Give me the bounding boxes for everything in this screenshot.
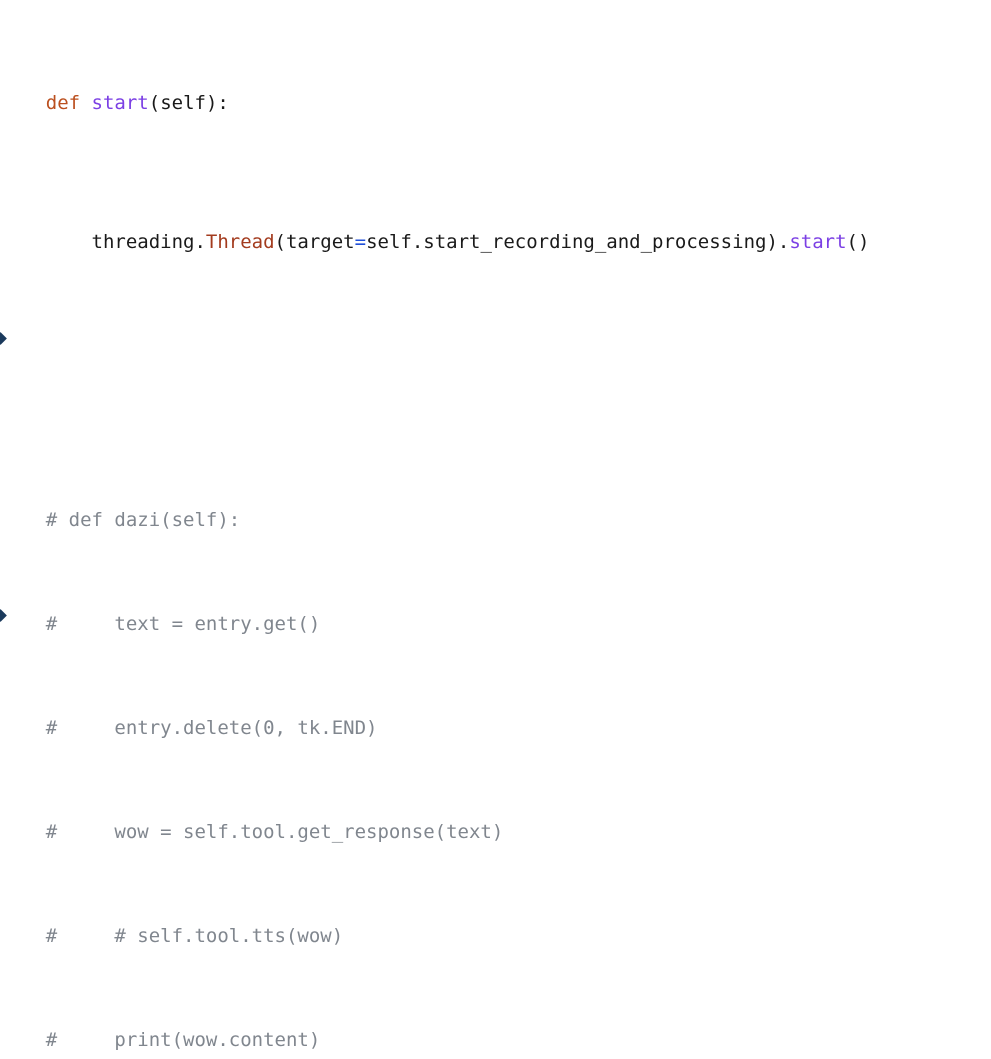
token-keyword-def: def xyxy=(45,92,81,115)
code-line-comment-entry-delete[interactable]: # entry.delete(0, tk.END) xyxy=(0,711,991,746)
code-line-comment-wow[interactable]: # wow = self.tool.get_response(text) xyxy=(0,815,991,850)
code-line-threading-thread[interactable]: threading.Thread(target=self.start_recor… xyxy=(0,225,991,260)
code-line-blank-1 xyxy=(0,364,991,399)
code-line-def-start[interactable]: def start(self): xyxy=(0,86,991,121)
token-class-thread: Thread xyxy=(205,230,275,253)
code-editor[interactable]: def start(self): threading.Thread(target… xyxy=(0,0,991,1059)
token-method-start: start xyxy=(789,230,847,253)
token-function-start: start xyxy=(91,92,149,115)
code-line-comment-print-wow[interactable]: # print(wow.content) xyxy=(0,1023,991,1058)
code-line-comment-text-entry[interactable]: # text = entry.get() xyxy=(0,607,991,642)
code-line-comment-def-dazi[interactable]: # def dazi(self): xyxy=(0,503,991,538)
code-line-comment-tts[interactable]: # # self.tool.tts(wow) xyxy=(0,919,991,954)
code-content[interactable]: def start(self): threading.Thread(target… xyxy=(0,0,991,1059)
